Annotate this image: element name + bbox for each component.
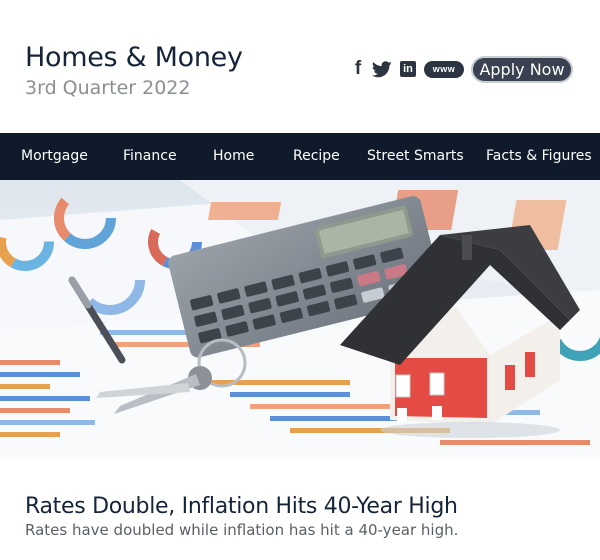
nav-item-home[interactable]: Home <box>213 133 254 180</box>
linkedin-icon[interactable]: in <box>400 61 416 77</box>
nav-item-facts-figures[interactable]: Facts & Figures <box>486 133 592 180</box>
website-icon[interactable]: www <box>424 60 464 78</box>
twitter-icon[interactable] <box>372 60 392 78</box>
article-summary: Rates have doubled while inflation has h… <box>25 521 459 539</box>
social-links: f in www <box>352 58 464 80</box>
main-nav: Mortgage Finance Home Recipe Street Smar… <box>0 133 600 180</box>
hero-image <box>0 180 600 457</box>
newsletter-title: Homes & Money <box>25 42 243 73</box>
nav-item-finance[interactable]: Finance <box>123 133 177 180</box>
apply-now-button[interactable]: Apply Now <box>471 56 573 83</box>
header: Homes & Money 3rd Quarter 2022 f in www … <box>0 0 600 133</box>
nav-item-mortgage[interactable]: Mortgage <box>21 133 88 180</box>
nav-item-street-smarts[interactable]: Street Smarts <box>367 133 464 180</box>
article-headline[interactable]: Rates Double, Inflation Hits 40-Year Hig… <box>25 494 458 519</box>
newsletter-issue: 3rd Quarter 2022 <box>25 77 191 99</box>
nav-item-recipe[interactable]: Recipe <box>293 133 340 180</box>
facebook-icon[interactable]: f <box>352 58 364 79</box>
